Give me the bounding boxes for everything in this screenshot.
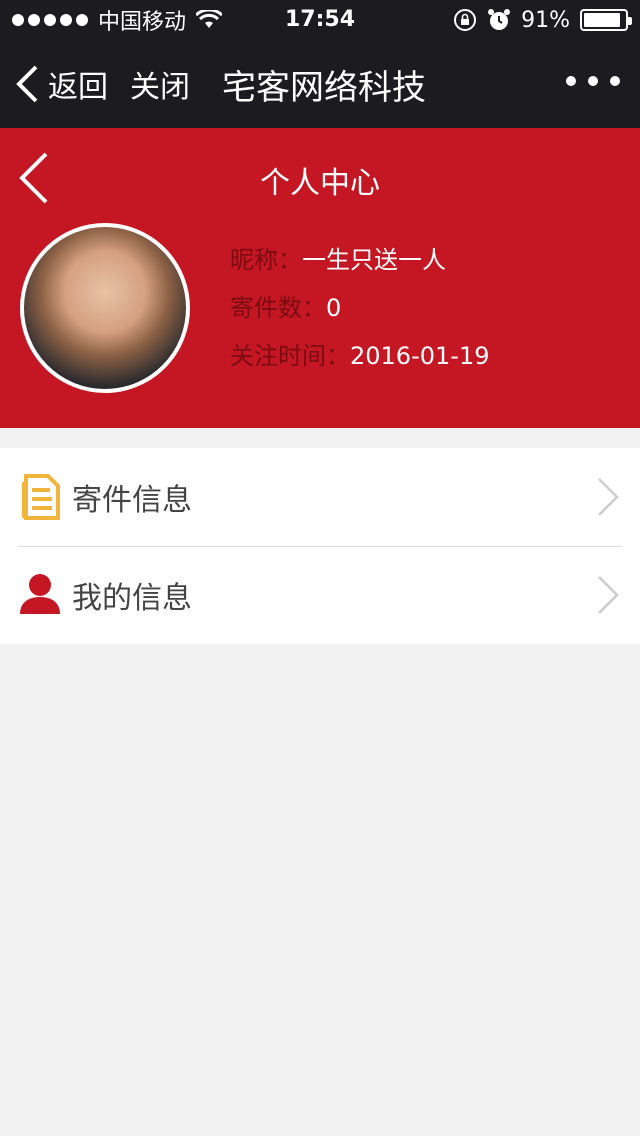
chevron-left-icon	[16, 65, 38, 103]
back-label: 返回	[48, 70, 108, 105]
menu-label-shipment-info: 寄件信息	[72, 483, 192, 518]
avatar	[20, 223, 190, 393]
battery-percent: 91%	[521, 7, 570, 33]
chevron-right-icon	[598, 478, 619, 516]
follow-date-label: 关注时间：	[230, 342, 350, 370]
follow-date-row: 关注时间：2016-01-19	[230, 338, 489, 386]
shipment-count-row: 寄件数：0	[230, 290, 489, 338]
more-icon[interactable]	[566, 76, 620, 86]
back-button[interactable]: 返回	[14, 62, 108, 106]
menu-list: 寄件信息 我的信息	[0, 448, 640, 644]
status-bar-right: 91%	[453, 0, 632, 40]
rotation-lock-icon	[454, 9, 477, 31]
shipment-count-label: 寄件数：	[230, 294, 326, 322]
close-button[interactable]: 关闭	[130, 62, 190, 106]
menu-label-my-info: 我的信息	[72, 581, 192, 616]
alarm-icon	[488, 9, 511, 30]
follow-date-value: 2016-01-19	[350, 342, 490, 370]
nickname-value: 一生只送一人	[302, 246, 446, 274]
user-icon	[20, 574, 60, 614]
nickname-row: 昵称：一生只送一人	[230, 242, 489, 290]
page-title: 个人中心	[260, 166, 380, 201]
profile-header: 个人中心 昵称：一生只送一人 寄件数：0 关注时间：2016-01-19	[0, 128, 640, 428]
menu-item-shipment-info[interactable]: 寄件信息	[0, 448, 640, 546]
nickname-label: 昵称：	[230, 246, 302, 274]
profile-info: 昵称：一生只送一人 寄件数：0 关注时间：2016-01-19	[230, 242, 489, 386]
nav-bar: 返回 关闭 宅客网络科技	[0, 40, 640, 128]
shipment-count-value: 0	[326, 294, 342, 322]
battery-icon	[580, 9, 632, 31]
menu-item-my-info[interactable]: 我的信息	[0, 546, 640, 644]
chevron-right-icon	[598, 576, 619, 614]
battery-fill	[584, 13, 621, 27]
document-icon	[22, 474, 60, 520]
status-bar: 中国移动 17:54 91%	[0, 0, 640, 40]
nav-title: 宅客网络科技	[222, 67, 426, 108]
